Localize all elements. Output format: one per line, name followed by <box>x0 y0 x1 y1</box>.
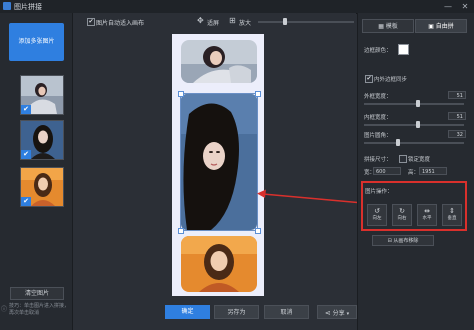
rotate-right-button[interactable]: ↻ 向右 <box>392 204 412 226</box>
resize-handle[interactable] <box>255 228 261 234</box>
resize-handle[interactable] <box>178 228 184 234</box>
inner-width-slider[interactable] <box>364 124 464 126</box>
rotate-right-icon: ↻ <box>399 207 405 215</box>
size-label: 拼接尺寸： <box>364 157 392 163</box>
remove-label: 从画布移除 <box>393 238 419 244</box>
tab-template[interactable]: ▦ 模板 <box>362 19 414 33</box>
collage-photo-3-image <box>181 236 257 292</box>
rotate-left-button[interactable]: ↺ 向左 <box>367 204 387 226</box>
rotate-left-label: 向左 <box>372 216 382 221</box>
cancel-button[interactable]: 取消 <box>264 305 309 319</box>
corner-value[interactable]: 32 <box>448 130 466 138</box>
template-tab-icon: ▦ <box>378 23 384 30</box>
free-tab-icon: ▣ <box>428 23 434 30</box>
thumbnail-2[interactable]: ✔ <box>20 120 64 160</box>
collage-photo-3[interactable] <box>181 236 257 292</box>
remove-from-canvas-button[interactable]: ⊟ 从画布移除 <box>372 235 434 246</box>
flip-horizontal-icon: ⇹ <box>424 207 430 215</box>
width-input[interactable]: 600 <box>373 167 401 175</box>
annotation-arrow <box>257 189 364 204</box>
resize-handle[interactable] <box>255 91 261 97</box>
zoom-label: 放大 <box>239 20 252 27</box>
collage-photo-2-image <box>181 94 257 230</box>
thumbnail-check-icon: ✔ <box>21 105 31 114</box>
thumbnail-check-icon: ✔ <box>21 150 31 159</box>
inner-outer-sync-checkbox[interactable]: ✔ <box>365 75 373 83</box>
lock-ratio-label: 锁定宽度 <box>408 157 431 163</box>
fit-screen-label[interactable]: 适屏 <box>207 18 219 27</box>
info-icon: ⓘ <box>1 306 8 313</box>
zoom-icon[interactable]: ⊞ <box>229 16 236 25</box>
inner-width-knob[interactable] <box>416 121 420 128</box>
lock-ratio-checkbox[interactable] <box>399 155 407 163</box>
tab-label: 模板 <box>385 23 398 30</box>
height-input[interactable]: 1951 <box>419 167 447 175</box>
flip-horizontal-label: 水平 <box>422 216 432 221</box>
collage-photo-1-image <box>181 40 257 83</box>
border-color-swatch[interactable] <box>398 44 409 55</box>
outer-width-knob[interactable] <box>416 100 420 107</box>
resize-handle[interactable] <box>178 91 184 97</box>
share-icon: ⋖ <box>324 309 331 317</box>
inner-width-value[interactable]: 51 <box>448 112 466 120</box>
app-icon <box>3 2 11 10</box>
tip-text: 技巧：单击图片进入拼接，再次单击取消 <box>9 303 70 316</box>
zoom-slider-knob[interactable] <box>283 18 287 25</box>
image-operations-label: 图片操作： <box>365 189 393 195</box>
corner-slider[interactable] <box>364 142 464 144</box>
tab-free[interactable]: ▣ 自由拼 <box>415 19 467 33</box>
thumbnail-1[interactable]: ✔ <box>20 75 64 115</box>
remove-icon: ⊟ <box>387 238 392 244</box>
auto-fit-label: 图片自动适入画布 <box>96 20 145 27</box>
thumbnail-check-icon: ✔ <box>21 197 31 206</box>
rotate-left-icon: ↺ <box>374 207 380 215</box>
corner-label: 图片圆角： <box>364 133 392 139</box>
chevron-down-icon: ▾ <box>346 311 350 317</box>
minimize-button[interactable]: — <box>442 1 454 12</box>
fit-screen-icon[interactable]: ✥ <box>197 16 204 25</box>
outer-width-slider[interactable] <box>364 103 464 105</box>
outer-width-value[interactable]: 51 <box>448 91 466 99</box>
rotate-right-label: 向右 <box>397 216 407 221</box>
thumbnail-3[interactable]: ✔ <box>20 167 64 207</box>
collage-photo-1[interactable] <box>181 40 257 83</box>
inner-outer-sync-label: 内外边框同步 <box>374 77 408 83</box>
flip-horizontal-button[interactable]: ⇹ 水平 <box>417 204 437 226</box>
clear-photos-button[interactable]: 清空图片 <box>10 287 64 300</box>
save-as-button[interactable]: 另存为 <box>214 305 259 319</box>
inner-width-label: 内框宽度： <box>364 115 392 121</box>
auto-fit-checkbox[interactable]: ✔ <box>87 18 95 26</box>
zoom-slider-track[interactable] <box>258 21 354 23</box>
tab-label: 自由拼 <box>435 23 454 30</box>
window-title: 图片拼接 <box>14 3 42 11</box>
collage-photo-2[interactable] <box>181 94 257 230</box>
flip-vertical-icon: ⇕ <box>449 207 455 215</box>
close-button[interactable]: ✕ <box>459 1 471 12</box>
share-label: 分享 <box>332 310 345 317</box>
flip-vertical-label: 垂直 <box>447 216 457 221</box>
ok-button[interactable]: 确定 <box>165 305 210 319</box>
outer-width-label: 外框宽度： <box>364 94 392 100</box>
flip-vertical-button[interactable]: ⇕ 垂直 <box>442 204 462 226</box>
border-color-label: 边框颜色： <box>364 48 392 54</box>
add-photos-button[interactable]: 添加多张图片 <box>9 23 64 61</box>
share-button[interactable]: ⋖ 分享 ▾ <box>317 305 357 319</box>
title-bar <box>0 0 474 14</box>
corner-knob[interactable] <box>396 139 400 146</box>
height-label: 高： <box>408 170 420 176</box>
